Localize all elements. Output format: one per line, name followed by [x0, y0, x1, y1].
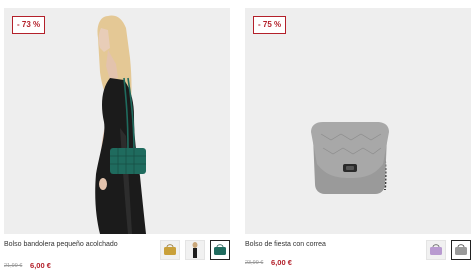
swatch-silver[interactable] — [451, 240, 471, 260]
product-image-2[interactable]: - 75 % — [245, 8, 471, 234]
color-swatches — [426, 240, 471, 260]
silver-bag-icon — [455, 244, 467, 255]
product-price: 21,99 € 6,00 € — [4, 261, 51, 270]
swatch-green[interactable] — [210, 240, 230, 260]
discount-badge: - 75 % — [253, 16, 287, 34]
model-with-green-bag-image — [4, 8, 230, 234]
product-info-1: Bolso bandolera pequeño acolchado 21,99 … — [4, 234, 230, 278]
product-image-1[interactable]: - 73 % — [4, 8, 230, 234]
color-swatches — [160, 240, 230, 260]
yellow-bag-icon — [164, 244, 176, 255]
black-bag-icon — [192, 242, 198, 258]
green-bag-icon — [214, 244, 226, 255]
swatch-lilac[interactable] — [426, 240, 446, 260]
product-grid: - 73 % Bolso bandolera pequeño acolchado… — [0, 0, 475, 278]
sale-price: 6,00 € — [30, 261, 51, 270]
product-title[interactable]: Bolso de fiesta con correa — [245, 240, 385, 249]
product-title[interactable]: Bolso bandolera pequeño acolchado — [4, 240, 144, 249]
old-price: 23,99 € — [245, 259, 264, 266]
discount-badge: - 73 % — [12, 16, 46, 34]
silver-bag-image — [245, 8, 471, 234]
lilac-bag-icon — [430, 244, 442, 255]
sale-price: 6,00 € — [271, 258, 292, 267]
swatch-yellow[interactable] — [160, 240, 180, 260]
product-price: 23,99 € 6,00 € — [245, 258, 292, 267]
swatch-black[interactable] — [185, 240, 205, 260]
product-card-1[interactable]: - 73 % Bolso bandolera pequeño acolchado… — [4, 8, 230, 278]
product-info-2: Bolso de fiesta con correa 23,99 € 6,00 … — [245, 234, 471, 278]
product-card-2[interactable]: - 75 % Bolso de fiesta con correa 23,99 … — [245, 8, 471, 278]
old-price: 21,99 € — [4, 262, 23, 269]
